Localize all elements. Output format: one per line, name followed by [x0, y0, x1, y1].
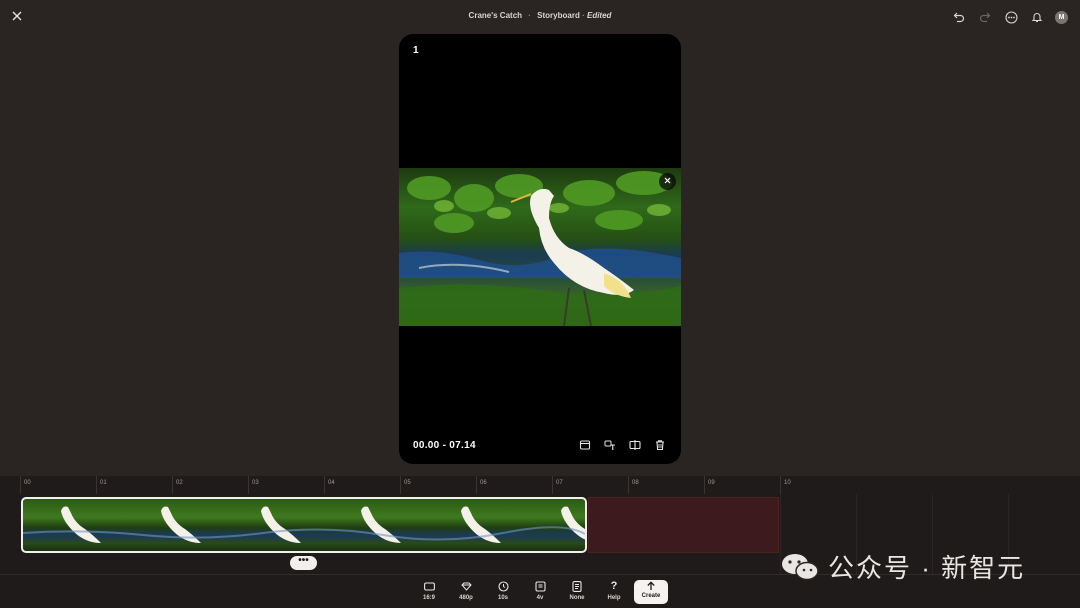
delete-button[interactable]: [653, 438, 667, 452]
undo-icon: [953, 12, 965, 23]
bell-icon: [1031, 13, 1043, 23]
edit-status: Edited: [586, 11, 612, 20]
notifications-button[interactable]: [1029, 9, 1045, 25]
tick-mark: [628, 476, 629, 494]
tick-label: 07: [556, 480, 563, 486]
tick-label: 09: [708, 480, 715, 486]
more-icon: [1004, 10, 1018, 24]
tick-label: 06: [480, 480, 487, 486]
watermark-text: 公众号 · 新智元: [828, 553, 1026, 583]
preset-button[interactable]: None: [563, 580, 591, 606]
redo-button[interactable]: [977, 9, 993, 25]
tick-label: 01: [100, 480, 107, 486]
video-clip[interactable]: [21, 497, 587, 553]
tick-label: 05: [404, 480, 411, 486]
clip-thumbnails: [23, 506, 585, 543]
more-options-button[interactable]: [1003, 9, 1019, 25]
title-separator: ·: [528, 11, 531, 20]
tick-label: 04: [328, 480, 335, 486]
tick-label: 10: [784, 480, 791, 486]
tick-mark: [704, 476, 705, 494]
document-icon: [571, 580, 583, 592]
top-bar: Crane's Catch · Storyboard · Edited M: [0, 0, 1080, 34]
tick-label: 00: [24, 480, 31, 486]
timeline-ruler[interactable]: 00 01 02 03 04 05 06 07 08 09 10: [0, 476, 1080, 494]
split-button[interactable]: [628, 438, 642, 452]
create-label: Create: [641, 593, 661, 599]
resolution-label: 480p: [459, 595, 473, 601]
variations-button[interactable]: 4v: [526, 580, 554, 606]
aspect-ratio-icon: [423, 580, 435, 592]
clip-more-button[interactable]: •••: [290, 556, 317, 570]
tick-label: 02: [176, 480, 183, 486]
aspect-ratio-button[interactable]: 16:9: [415, 580, 443, 606]
question-icon: ?: [610, 580, 618, 592]
view-name: Storyboard: [537, 11, 580, 20]
redo-icon: [979, 12, 991, 23]
film-icon: [579, 440, 591, 450]
top-actions: M: [951, 9, 1068, 25]
wechat-logo-icon: [782, 553, 819, 580]
thumbnail-frames: [61, 506, 585, 543]
variations-label: 4v: [536, 595, 544, 601]
variations-icon: [534, 580, 546, 592]
tick-mark: [96, 476, 97, 494]
tick-mark: [476, 476, 477, 494]
card-index: 1: [413, 45, 419, 56]
tick-label: 03: [252, 480, 259, 486]
project-name: Crane's Catch: [468, 11, 523, 20]
aspect-ratio-label: 16:9: [422, 595, 435, 601]
tick-mark: [324, 476, 325, 494]
undo-button[interactable]: [951, 9, 967, 25]
diamond-icon: [460, 580, 472, 592]
edit-text-button[interactable]: [603, 438, 617, 452]
empty-timeline-region[interactable]: [588, 497, 779, 553]
tick-mark: [172, 476, 173, 494]
scene-image[interactable]: [399, 168, 681, 326]
crane-scene-illustration: [399, 171, 681, 326]
watermark: 公众号 · 新智元: [780, 548, 1025, 585]
trash-icon: [656, 440, 664, 451]
tick-mark: [552, 476, 553, 494]
page-title: Crane's Catch · Storyboard · Edited: [0, 11, 1080, 20]
split-icon: [629, 440, 641, 450]
resolution-button[interactable]: 480p: [452, 580, 480, 606]
time-range: 00.00 - 07.14: [413, 440, 476, 451]
help-button[interactable]: ? Help: [600, 580, 628, 606]
avatar[interactable]: M: [1055, 10, 1068, 24]
card-tools: [578, 438, 667, 452]
storyboard-button[interactable]: [578, 438, 592, 452]
tick-label: 08: [632, 480, 639, 486]
close-icon: [664, 177, 671, 184]
help-label: Help: [607, 595, 621, 601]
text-edit-icon: [604, 440, 615, 450]
tick-mark: [20, 476, 21, 494]
preset-label: None: [569, 595, 585, 601]
arrow-up-icon: [645, 580, 657, 592]
remove-scene-button[interactable]: [659, 173, 676, 190]
create-button[interactable]: Create: [634, 580, 668, 604]
duration-button[interactable]: 10s: [489, 580, 517, 606]
preview-card: 1 00.00 - 07.14: [399, 34, 681, 464]
tick-mark: [400, 476, 401, 494]
clock-icon: [497, 580, 509, 592]
tick-mark: [248, 476, 249, 494]
duration-label: 10s: [497, 595, 508, 601]
title-separator-2: ·: [582, 11, 585, 20]
tick-mark: [780, 476, 781, 494]
